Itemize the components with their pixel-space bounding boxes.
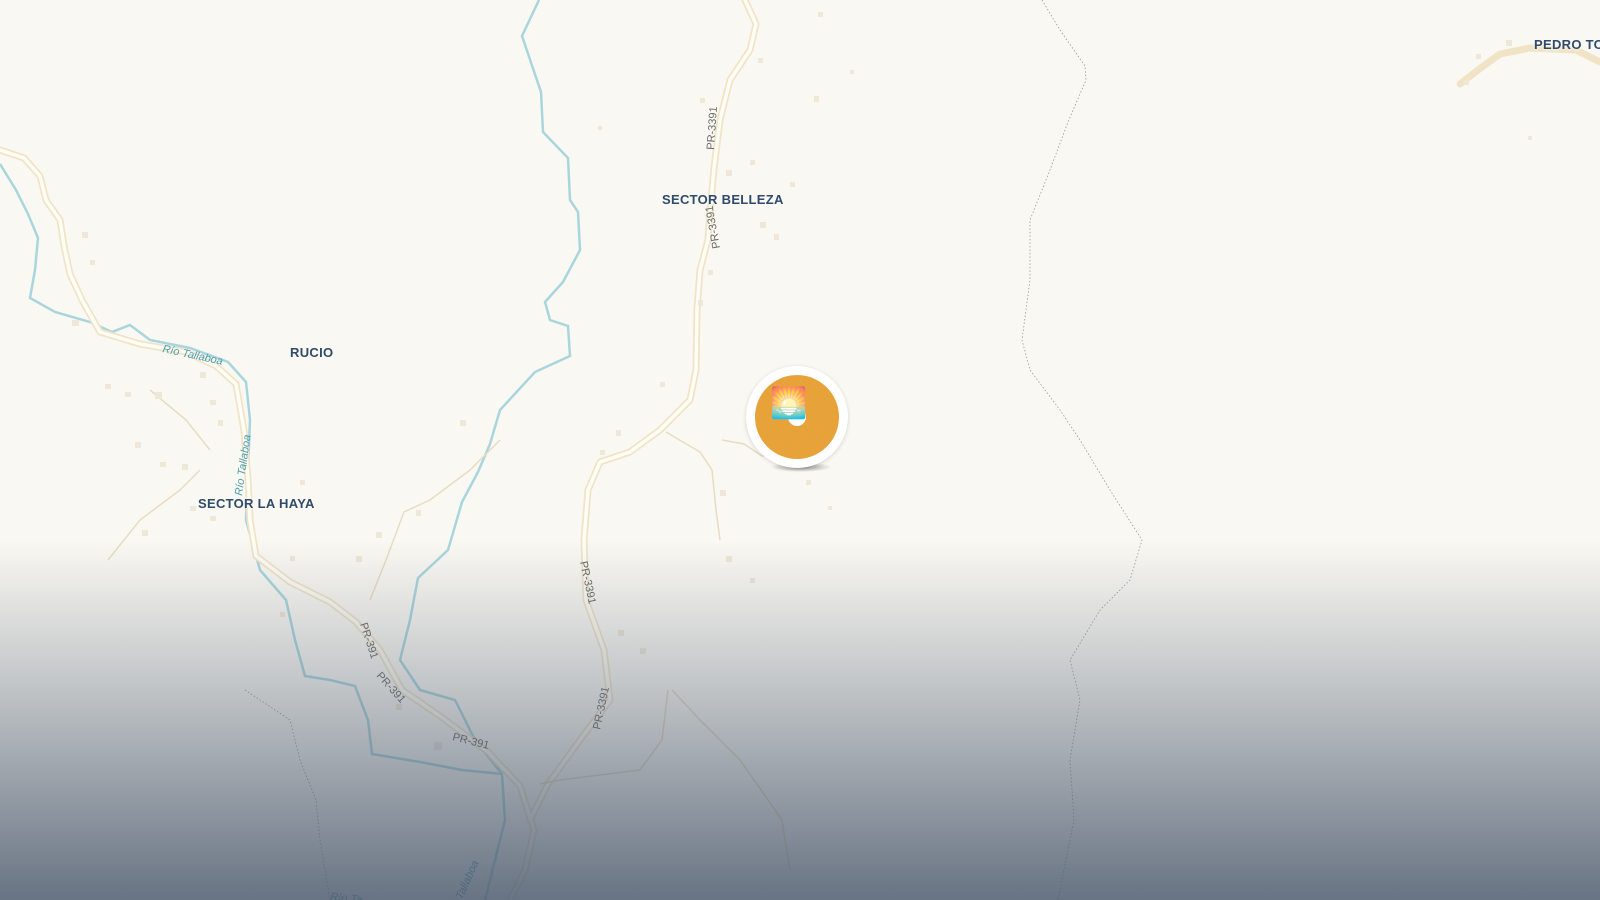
- road-fill: [0, 0, 758, 900]
- admin-boundary-west: [244, 689, 331, 900]
- map-canvas[interactable]: PR-3391 PR-3391 PR-3391 PR-3391 PR-391 P…: [0, 0, 1600, 900]
- river-label: Tallaboa: [454, 859, 482, 900]
- marker-ring: 🌅: [746, 366, 848, 468]
- place-label-sector-la-haya: SECTOR LA HAYA: [198, 496, 315, 511]
- place-label-rucio: RUCIO: [290, 345, 334, 360]
- place-label-pedro: PEDRO TO: [1534, 37, 1600, 52]
- place-label-sector-belleza: SECTOR BELLEZA: [662, 192, 784, 207]
- river-west: [0, 163, 503, 776]
- photo-icon: 🌅: [770, 387, 808, 420]
- road-label: PR-3391: [591, 686, 612, 731]
- admin-boundary: [1021, 0, 1143, 900]
- minor-tracks: [107, 389, 791, 871]
- photo-marker[interactable]: 🌅: [746, 366, 854, 478]
- road-label: PR-3391: [577, 560, 598, 605]
- river-label: Río Tallaboa: [161, 343, 224, 367]
- river-label: Río Ta: [330, 891, 363, 900]
